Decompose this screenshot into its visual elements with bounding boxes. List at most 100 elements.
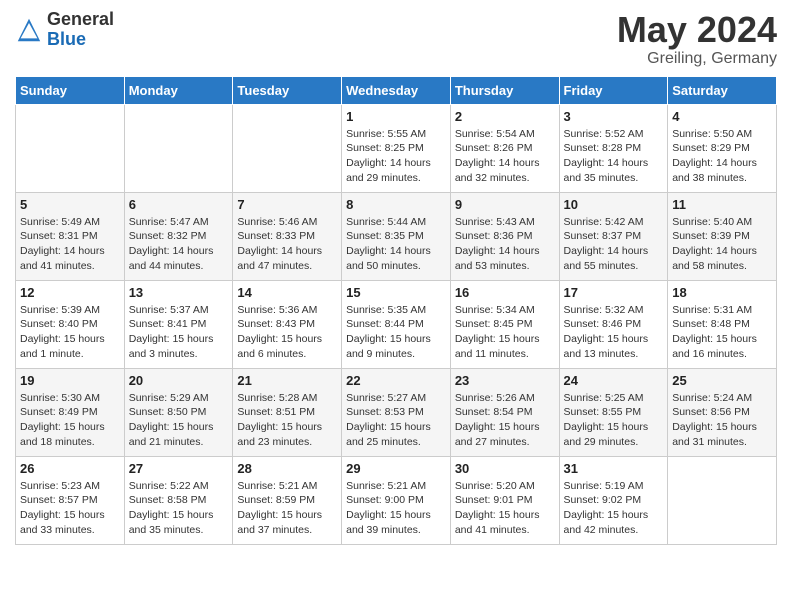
- day-number: 1: [346, 109, 446, 124]
- calendar-cell: 16 Sunrise: 5:34 AM Sunset: 8:45 PM Dayli…: [450, 280, 559, 368]
- calendar-cell: 18 Sunrise: 5:31 AM Sunset: 8:48 PM Dayli…: [668, 280, 777, 368]
- calendar-cell: 7 Sunrise: 5:46 AM Sunset: 8:33 PM Daylig…: [233, 192, 342, 280]
- day-info: Sunrise: 5:55 AM Sunset: 8:25 PM Dayligh…: [346, 127, 446, 186]
- calendar-cell: [233, 104, 342, 192]
- calendar-cell: 26 Sunrise: 5:23 AM Sunset: 8:57 PM Dayli…: [16, 456, 125, 544]
- calendar-cell: 8Sunrise: 5:44 AM Sunset: 8:35 PM Daylig…: [342, 192, 451, 280]
- header-cell-saturday: Saturday: [668, 76, 777, 104]
- day-number: 15: [346, 285, 446, 300]
- calendar-cell: [668, 456, 777, 544]
- day-info: Sunrise: 5:26 AM Sunset: 8:54 PM Dayligh…: [455, 391, 555, 450]
- day-info: Sunrise: 5:50 AM Sunset: 8:29 PM Dayligh…: [672, 127, 772, 186]
- day-number: 4: [672, 109, 772, 124]
- logo-text: General Blue: [47, 10, 114, 50]
- day-info: Sunrise: 5:19 AM Sunset: 9:02 PM Dayligh…: [564, 479, 664, 538]
- calendar-table: SundayMondayTuesdayWednesdayThursdayFrid…: [15, 76, 777, 545]
- day-number: 19: [20, 373, 120, 388]
- calendar-cell: 22 Sunrise: 5:27 AM Sunset: 8:53 PM Dayli…: [342, 368, 451, 456]
- day-number: 23: [455, 373, 555, 388]
- day-info: Sunrise: 5:40 AM Sunset: 8:39 PM Dayligh…: [672, 215, 772, 274]
- day-number: 28: [237, 461, 337, 476]
- page-header: General Blue May 2024 Greiling, Germany: [15, 10, 777, 68]
- day-info: Sunrise: 5:30 AM Sunset: 8:49 PM Dayligh…: [20, 391, 120, 450]
- title-block: May 2024 Greiling, Germany: [617, 10, 777, 68]
- day-info: Sunrise: 5:34 AM Sunset: 8:45 PM Dayligh…: [455, 303, 555, 362]
- day-info: Sunrise: 5:23 AM Sunset: 8:57 PM Dayligh…: [20, 479, 120, 538]
- logo-blue-text: Blue: [47, 30, 114, 50]
- calendar-cell: 27Sunrise: 5:22 AM Sunset: 8:58 PM Dayli…: [124, 456, 233, 544]
- calendar-cell: 30 Sunrise: 5:20 AM Sunset: 9:01 PM Dayli…: [450, 456, 559, 544]
- day-number: 2: [455, 109, 555, 124]
- day-number: 14: [237, 285, 337, 300]
- week-row-3: 12 Sunrise: 5:39 AM Sunset: 8:40 PM Dayli…: [16, 280, 777, 368]
- day-number: 8: [346, 197, 446, 212]
- header-cell-friday: Friday: [559, 76, 668, 104]
- day-number: 10: [564, 197, 664, 212]
- calendar-cell: 17 Sunrise: 5:32 AM Sunset: 8:46 PM Dayli…: [559, 280, 668, 368]
- day-info: Sunrise: 5:29 AM Sunset: 8:50 PM Dayligh…: [129, 391, 229, 450]
- day-info: Sunrise: 5:43 AM Sunset: 8:36 PM Dayligh…: [455, 215, 555, 274]
- day-number: 26: [20, 461, 120, 476]
- calendar-cell: 12 Sunrise: 5:39 AM Sunset: 8:40 PM Dayli…: [16, 280, 125, 368]
- day-info: Sunrise: 5:47 AM Sunset: 8:32 PM Dayligh…: [129, 215, 229, 274]
- day-info: Sunrise: 5:32 AM Sunset: 8:46 PM Dayligh…: [564, 303, 664, 362]
- day-number: 31: [564, 461, 664, 476]
- calendar-cell: 6Sunrise: 5:47 AM Sunset: 8:32 PM Daylig…: [124, 192, 233, 280]
- day-info: Sunrise: 5:42 AM Sunset: 8:37 PM Dayligh…: [564, 215, 664, 274]
- day-number: 30: [455, 461, 555, 476]
- day-number: 13: [129, 285, 229, 300]
- calendar-cell: 3 Sunrise: 5:52 AM Sunset: 8:28 PM Daylig…: [559, 104, 668, 192]
- calendar-cell: 13 Sunrise: 5:37 AM Sunset: 8:41 PM Dayli…: [124, 280, 233, 368]
- day-info: Sunrise: 5:35 AM Sunset: 8:44 PM Dayligh…: [346, 303, 446, 362]
- day-info: Sunrise: 5:39 AM Sunset: 8:40 PM Dayligh…: [20, 303, 120, 362]
- day-info: Sunrise: 5:49 AM Sunset: 8:31 PM Dayligh…: [20, 215, 120, 274]
- day-info: Sunrise: 5:46 AM Sunset: 8:33 PM Dayligh…: [237, 215, 337, 274]
- day-info: Sunrise: 5:31 AM Sunset: 8:48 PM Dayligh…: [672, 303, 772, 362]
- day-number: 7: [237, 197, 337, 212]
- day-number: 22: [346, 373, 446, 388]
- day-number: 12: [20, 285, 120, 300]
- calendar-cell: [16, 104, 125, 192]
- calendar-title: May 2024: [617, 10, 777, 50]
- day-number: 5: [20, 197, 120, 212]
- day-number: 20: [129, 373, 229, 388]
- day-info: Sunrise: 5:54 AM Sunset: 8:26 PM Dayligh…: [455, 127, 555, 186]
- day-number: 17: [564, 285, 664, 300]
- logo-general-text: General: [47, 10, 114, 30]
- day-number: 11: [672, 197, 772, 212]
- calendar-cell: [124, 104, 233, 192]
- day-number: 21: [237, 373, 337, 388]
- day-info: Sunrise: 5:21 AM Sunset: 8:59 PM Dayligh…: [237, 479, 337, 538]
- calendar-cell: 25 Sunrise: 5:24 AM Sunset: 8:56 PM Dayli…: [668, 368, 777, 456]
- week-row-1: 1 Sunrise: 5:55 AM Sunset: 8:25 PM Daylig…: [16, 104, 777, 192]
- calendar-location: Greiling, Germany: [617, 50, 777, 68]
- calendar-cell: 29Sunrise: 5:21 AM Sunset: 9:00 PM Dayli…: [342, 456, 451, 544]
- header-cell-sunday: Sunday: [16, 76, 125, 104]
- calendar-cell: 14Sunrise: 5:36 AM Sunset: 8:43 PM Dayli…: [233, 280, 342, 368]
- calendar-cell: 15 Sunrise: 5:35 AM Sunset: 8:44 PM Dayli…: [342, 280, 451, 368]
- day-info: Sunrise: 5:28 AM Sunset: 8:51 PM Dayligh…: [237, 391, 337, 450]
- week-row-2: 5 Sunrise: 5:49 AM Sunset: 8:31 PM Daylig…: [16, 192, 777, 280]
- calendar-header: SundayMondayTuesdayWednesdayThursdayFrid…: [16, 76, 777, 104]
- day-number: 9: [455, 197, 555, 212]
- day-info: Sunrise: 5:22 AM Sunset: 8:58 PM Dayligh…: [129, 479, 229, 538]
- day-info: Sunrise: 5:37 AM Sunset: 8:41 PM Dayligh…: [129, 303, 229, 362]
- day-info: Sunrise: 5:25 AM Sunset: 8:55 PM Dayligh…: [564, 391, 664, 450]
- calendar-cell: 1 Sunrise: 5:55 AM Sunset: 8:25 PM Daylig…: [342, 104, 451, 192]
- day-number: 18: [672, 285, 772, 300]
- calendar-cell: 10 Sunrise: 5:42 AM Sunset: 8:37 PM Dayli…: [559, 192, 668, 280]
- day-number: 25: [672, 373, 772, 388]
- header-cell-thursday: Thursday: [450, 76, 559, 104]
- day-info: Sunrise: 5:21 AM Sunset: 9:00 PM Dayligh…: [346, 479, 446, 538]
- day-info: Sunrise: 5:52 AM Sunset: 8:28 PM Dayligh…: [564, 127, 664, 186]
- calendar-cell: 2 Sunrise: 5:54 AM Sunset: 8:26 PM Daylig…: [450, 104, 559, 192]
- day-number: 24: [564, 373, 664, 388]
- day-info: Sunrise: 5:27 AM Sunset: 8:53 PM Dayligh…: [346, 391, 446, 450]
- calendar-cell: 11 Sunrise: 5:40 AM Sunset: 8:39 PM Dayli…: [668, 192, 777, 280]
- calendar-cell: 28 Sunrise: 5:21 AM Sunset: 8:59 PM Dayli…: [233, 456, 342, 544]
- day-number: 3: [564, 109, 664, 124]
- day-number: 16: [455, 285, 555, 300]
- calendar-cell: 24 Sunrise: 5:25 AM Sunset: 8:55 PM Dayli…: [559, 368, 668, 456]
- day-info: Sunrise: 5:24 AM Sunset: 8:56 PM Dayligh…: [672, 391, 772, 450]
- day-info: Sunrise: 5:20 AM Sunset: 9:01 PM Dayligh…: [455, 479, 555, 538]
